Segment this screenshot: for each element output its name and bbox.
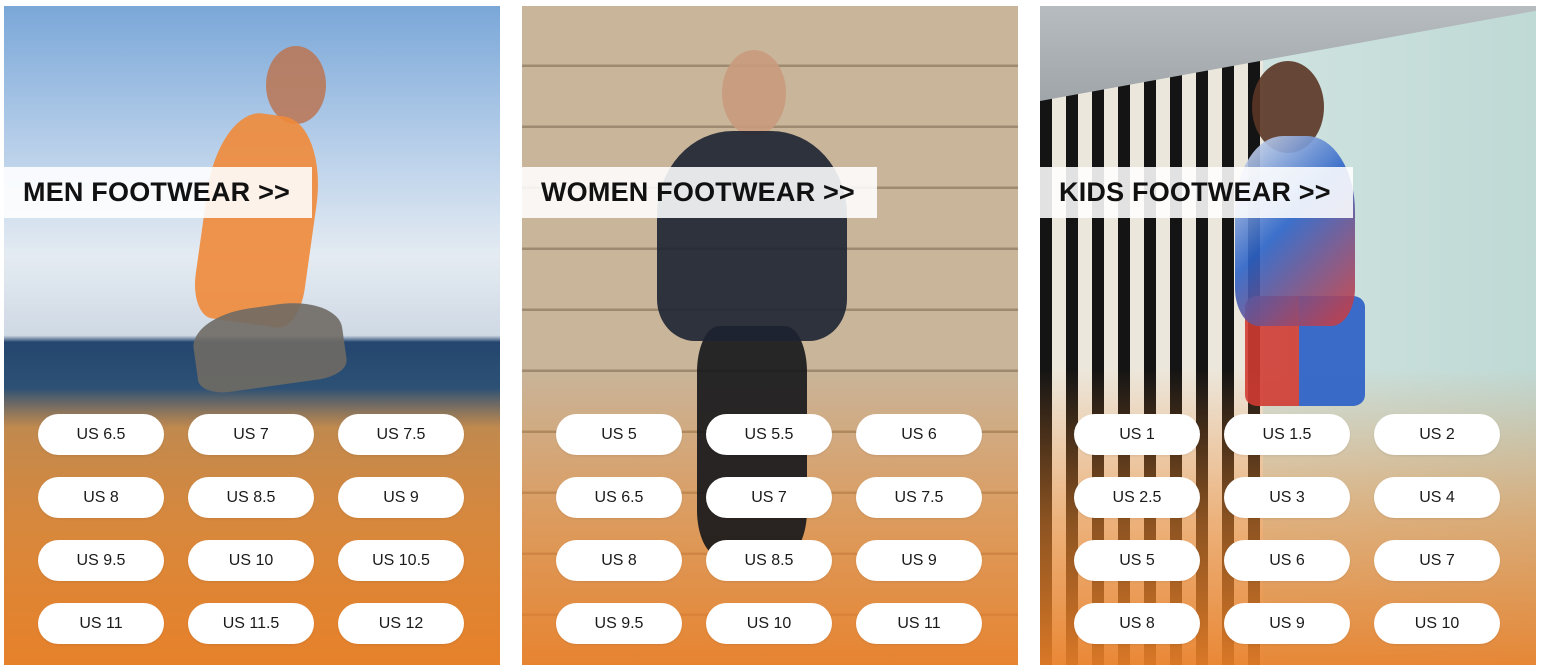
- women-footwear-card: WOMEN FOOTWEAR >> US 5 US 5.5 US 6 US 6.…: [522, 6, 1018, 665]
- size-button[interactable]: US 10: [706, 603, 832, 644]
- footwear-category-row: MEN FOOTWEAR >> US 6.5 US 7 US 7.5 US 8 …: [0, 0, 1541, 670]
- women-footwear-title: WOMEN FOOTWEAR >>: [541, 177, 855, 207]
- size-button[interactable]: US 11.5: [188, 603, 314, 644]
- size-button[interactable]: US 8: [1074, 603, 1200, 644]
- size-button[interactable]: US 11: [38, 603, 164, 644]
- size-button[interactable]: US 5: [556, 414, 682, 455]
- size-button[interactable]: US 7.5: [856, 477, 982, 518]
- size-button[interactable]: US 9: [856, 540, 982, 581]
- size-button[interactable]: US 1.5: [1224, 414, 1350, 455]
- size-button[interactable]: US 9.5: [556, 603, 682, 644]
- size-button[interactable]: US 10: [188, 540, 314, 581]
- kids-footwear-card: KIDS FOOTWEAR >> US 1 US 1.5 US 2 US 2.5…: [1040, 6, 1536, 665]
- size-button[interactable]: US 4: [1374, 477, 1500, 518]
- size-button[interactable]: US 11: [856, 603, 982, 644]
- men-size-grid: US 6.5 US 7 US 7.5 US 8 US 8.5 US 9 US 9…: [38, 414, 464, 644]
- size-button[interactable]: US 6.5: [38, 414, 164, 455]
- size-button[interactable]: US 7: [1374, 540, 1500, 581]
- size-button[interactable]: US 1: [1074, 414, 1200, 455]
- runner-jersey: [1235, 136, 1355, 326]
- size-button[interactable]: US 2: [1374, 414, 1500, 455]
- men-footwear-link[interactable]: MEN FOOTWEAR >>: [4, 167, 313, 218]
- kids-footwear-title: KIDS FOOTWEAR >>: [1059, 177, 1331, 207]
- size-button[interactable]: US 5.5: [706, 414, 832, 455]
- size-button[interactable]: US 9.5: [38, 540, 164, 581]
- runner-head: [266, 46, 326, 124]
- men-footwear-title: MEN FOOTWEAR >>: [23, 177, 291, 207]
- size-button[interactable]: US 7: [706, 477, 832, 518]
- size-button[interactable]: US 10.5: [338, 540, 464, 581]
- size-button[interactable]: US 9: [338, 477, 464, 518]
- size-button[interactable]: US 3: [1224, 477, 1350, 518]
- size-button[interactable]: US 2.5: [1074, 477, 1200, 518]
- size-button[interactable]: US 8.5: [188, 477, 314, 518]
- runner-head: [722, 50, 786, 136]
- men-footwear-card: MEN FOOTWEAR >> US 6.5 US 7 US 7.5 US 8 …: [4, 6, 500, 665]
- size-button[interactable]: US 6: [1224, 540, 1350, 581]
- size-button[interactable]: US 9: [1224, 603, 1350, 644]
- size-button[interactable]: US 6.5: [556, 477, 682, 518]
- size-button[interactable]: US 6: [856, 414, 982, 455]
- runner-black-jacket: [657, 131, 847, 341]
- size-button[interactable]: US 8.5: [706, 540, 832, 581]
- size-button[interactable]: US 8: [556, 540, 682, 581]
- kids-size-grid: US 1 US 1.5 US 2 US 2.5 US 3 US 4 US 5 U…: [1074, 414, 1500, 644]
- size-button[interactable]: US 5: [1074, 540, 1200, 581]
- women-footwear-link[interactable]: WOMEN FOOTWEAR >>: [522, 167, 877, 218]
- size-button[interactable]: US 7: [188, 414, 314, 455]
- size-button[interactable]: US 10: [1374, 603, 1500, 644]
- size-button[interactable]: US 8: [38, 477, 164, 518]
- runner-orange-shirt: [189, 107, 329, 331]
- kids-footwear-link[interactable]: KIDS FOOTWEAR >>: [1040, 167, 1353, 218]
- size-button[interactable]: US 12: [338, 603, 464, 644]
- size-button[interactable]: US 7.5: [338, 414, 464, 455]
- women-size-grid: US 5 US 5.5 US 6 US 6.5 US 7 US 7.5 US 8…: [556, 414, 982, 644]
